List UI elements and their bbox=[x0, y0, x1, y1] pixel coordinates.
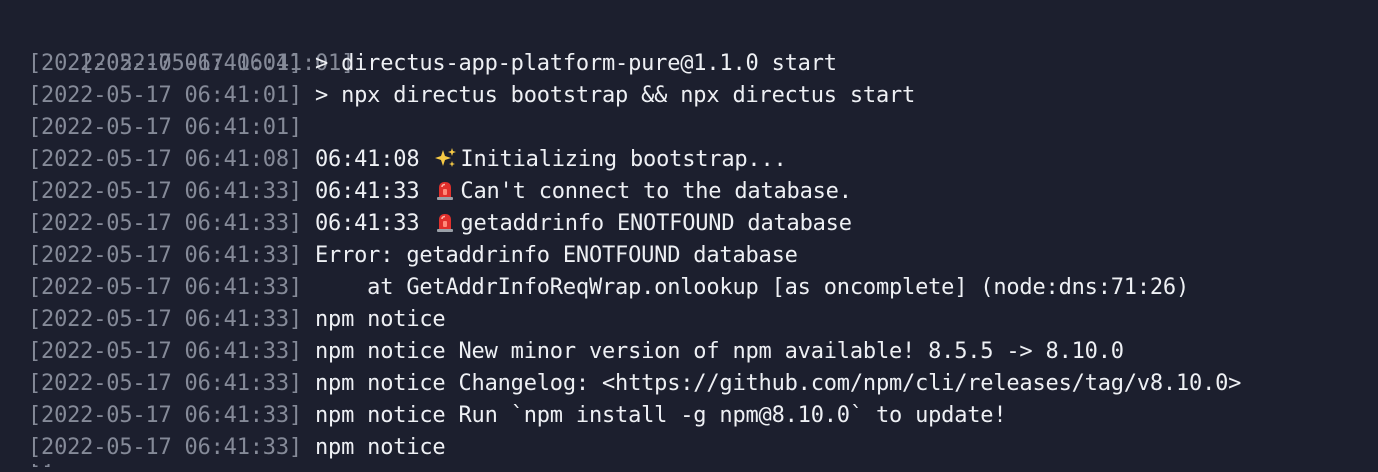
partial-log-text: [] bbox=[28, 464, 55, 470]
log-timestamp: [2022-05-17 06:41:33] bbox=[28, 179, 302, 204]
log-timestamp: [2022-05-17 06:41:33] bbox=[28, 339, 302, 364]
log-line: [2022-05-17 06:41:01] > npx directus boo… bbox=[28, 80, 1378, 112]
log-line: [2022-05-17 06:41:08] 06:41:08 Initializ… bbox=[28, 144, 1378, 176]
log-message: at GetAddrInfoReqWrap.onlookup [as oncom… bbox=[315, 275, 1190, 300]
log-timestamp: [2022-05-17 06:41:33] bbox=[28, 211, 302, 236]
siren-icon bbox=[432, 211, 458, 233]
log-line: [2022-05-17 06:41:01] bbox=[28, 112, 1378, 144]
log-time-prefix: 06:41:08 bbox=[315, 147, 420, 172]
log-line: [2022-05-17 06:41:33] npm notice New min… bbox=[28, 336, 1378, 368]
terminal-output[interactable]: [2022-05-17 06:41:01] [2022-05-17 06:41:… bbox=[0, 0, 1378, 472]
log-message: > npx directus bootstrap && npx directus… bbox=[315, 83, 916, 108]
log-time-prefix: 06:41:33 bbox=[315, 211, 420, 236]
log-message: npm notice Changelog: <https://github.co… bbox=[315, 371, 1242, 396]
log-line: [2022-05-17 06:41:33] npm notice Changel… bbox=[28, 368, 1378, 400]
log-line: [2022-05-17 06:41:33] npm notice bbox=[28, 304, 1378, 336]
log-line: [2022-05-17 06:41:33] npm notice Run `np… bbox=[28, 400, 1378, 432]
sparkles-icon bbox=[432, 147, 458, 169]
log-message: > directus-app-platform-pure@1.1.0 start bbox=[315, 51, 837, 76]
log-timestamp: [2022-05-17 06:41:33] bbox=[28, 307, 302, 332]
log-message: Error: getaddrinfo ENOTFOUND database bbox=[315, 243, 798, 268]
log-timestamp: [2022-05-17 06:41:01] bbox=[28, 115, 302, 140]
log-message: Initializing bootstrap... bbox=[460, 147, 787, 172]
log-message: npm notice New minor version of npm avai… bbox=[315, 339, 1124, 364]
log-message: npm notice bbox=[315, 307, 446, 332]
log-message: Can't connect to the database. bbox=[460, 179, 852, 204]
log-timestamp: [2022-05-17 06:41:33] bbox=[28, 371, 302, 396]
log-timestamp: [2022-05-17 06:41:01] bbox=[28, 83, 302, 108]
log-line: [2022-05-17 06:41:01] bbox=[28, 16, 1378, 76]
log-message: getaddrinfo ENOTFOUND database bbox=[460, 211, 852, 236]
log-timestamp: [2022-05-17 06:41:33] bbox=[28, 403, 302, 428]
log-line: [2022-05-17 06:41:33] 06:41:33 Can't con… bbox=[28, 176, 1378, 208]
log-line: [2022-05-17 06:41:33] npm notice bbox=[28, 432, 1378, 464]
log-line: [2022-05-17 06:41:33] Error: getaddrinfo… bbox=[28, 240, 1378, 272]
siren-icon bbox=[432, 179, 458, 201]
log-timestamp: [2022-05-17 06:41:08] bbox=[28, 147, 302, 172]
log-time-prefix: 06:41:33 bbox=[315, 179, 420, 204]
log-timestamp: [2022-05-17 06:41:33] bbox=[28, 243, 302, 268]
log-line: [2022-05-17 06:41:33] at GetAddrInfoReqW… bbox=[28, 272, 1378, 304]
log-message: npm notice Run `npm install -g npm@8.10.… bbox=[315, 403, 1007, 428]
log-line: [2022-05-17 06:41:33] 06:41:33 getaddrin… bbox=[28, 208, 1378, 240]
log-message: npm notice bbox=[315, 435, 446, 460]
partial-log-line: [] bbox=[28, 464, 55, 472]
log-line: [2022-05-17 06:41:01] > directus-app-pla… bbox=[28, 48, 1378, 80]
log-timestamp: [2022-05-17 06:41:33] bbox=[28, 275, 302, 300]
log-timestamp: [2022-05-17 06:41:01] bbox=[28, 51, 302, 76]
log-timestamp: [2022-05-17 06:41:33] bbox=[28, 435, 302, 460]
